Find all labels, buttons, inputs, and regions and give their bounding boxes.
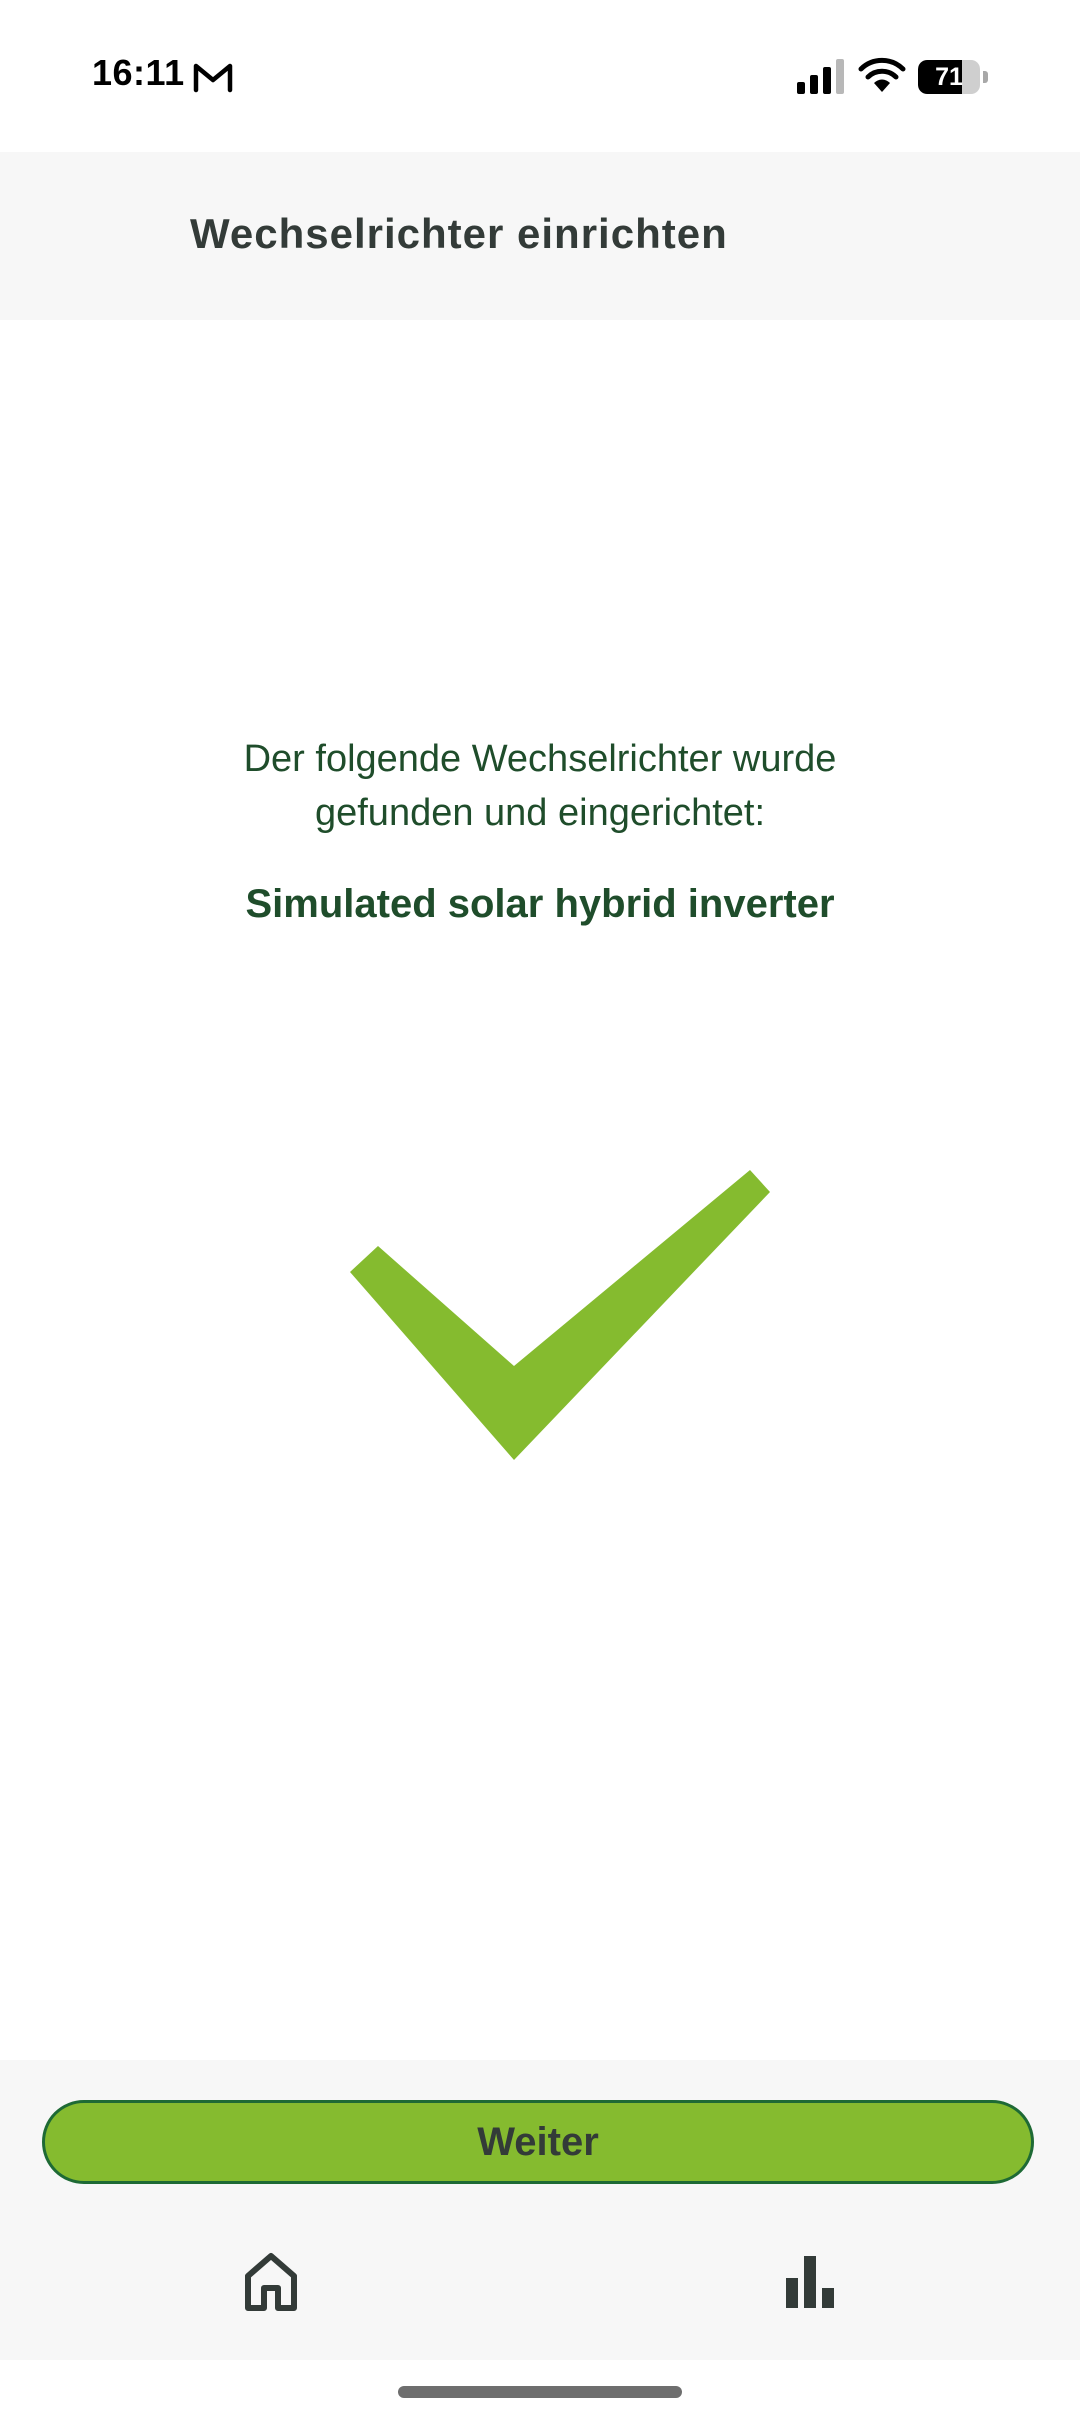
wifi-icon bbox=[858, 57, 906, 92]
device-name: Simulated solar hybrid inverter bbox=[245, 882, 835, 926]
app-screen: 16:11 71 Wechselrichter einrichten Der f… bbox=[0, 0, 1080, 2424]
page-title: Wechselrichter einrichten bbox=[190, 210, 728, 257]
battery-body: 71 bbox=[918, 60, 980, 94]
continue-button[interactable]: Weiter bbox=[42, 2100, 1034, 2184]
gmail-icon bbox=[193, 63, 233, 93]
app-header: Wechselrichter einrichten bbox=[0, 152, 1080, 320]
cellular-signal-icon bbox=[797, 59, 844, 94]
home-indicator bbox=[398, 2386, 682, 2398]
status-time: 16:11 bbox=[92, 52, 185, 93]
battery-icon: 71 bbox=[918, 60, 988, 94]
success-message: Der folgende Wechselrichter wurde gefund… bbox=[140, 732, 940, 840]
battery-level: 71 bbox=[935, 63, 963, 91]
bar-chart-icon[interactable] bbox=[780, 2250, 842, 2312]
checkmark-icon bbox=[350, 1170, 770, 1460]
message-line-1: Der folgende Wechselrichter wurde bbox=[243, 738, 837, 780]
bottom-area: Weiter bbox=[0, 2060, 1080, 2360]
home-icon[interactable] bbox=[240, 2250, 302, 2312]
message-line-2: gefunden und eingerichtet: bbox=[314, 792, 766, 834]
status-bar: 16:11 71 bbox=[0, 0, 1080, 152]
battery-cap bbox=[983, 71, 988, 83]
